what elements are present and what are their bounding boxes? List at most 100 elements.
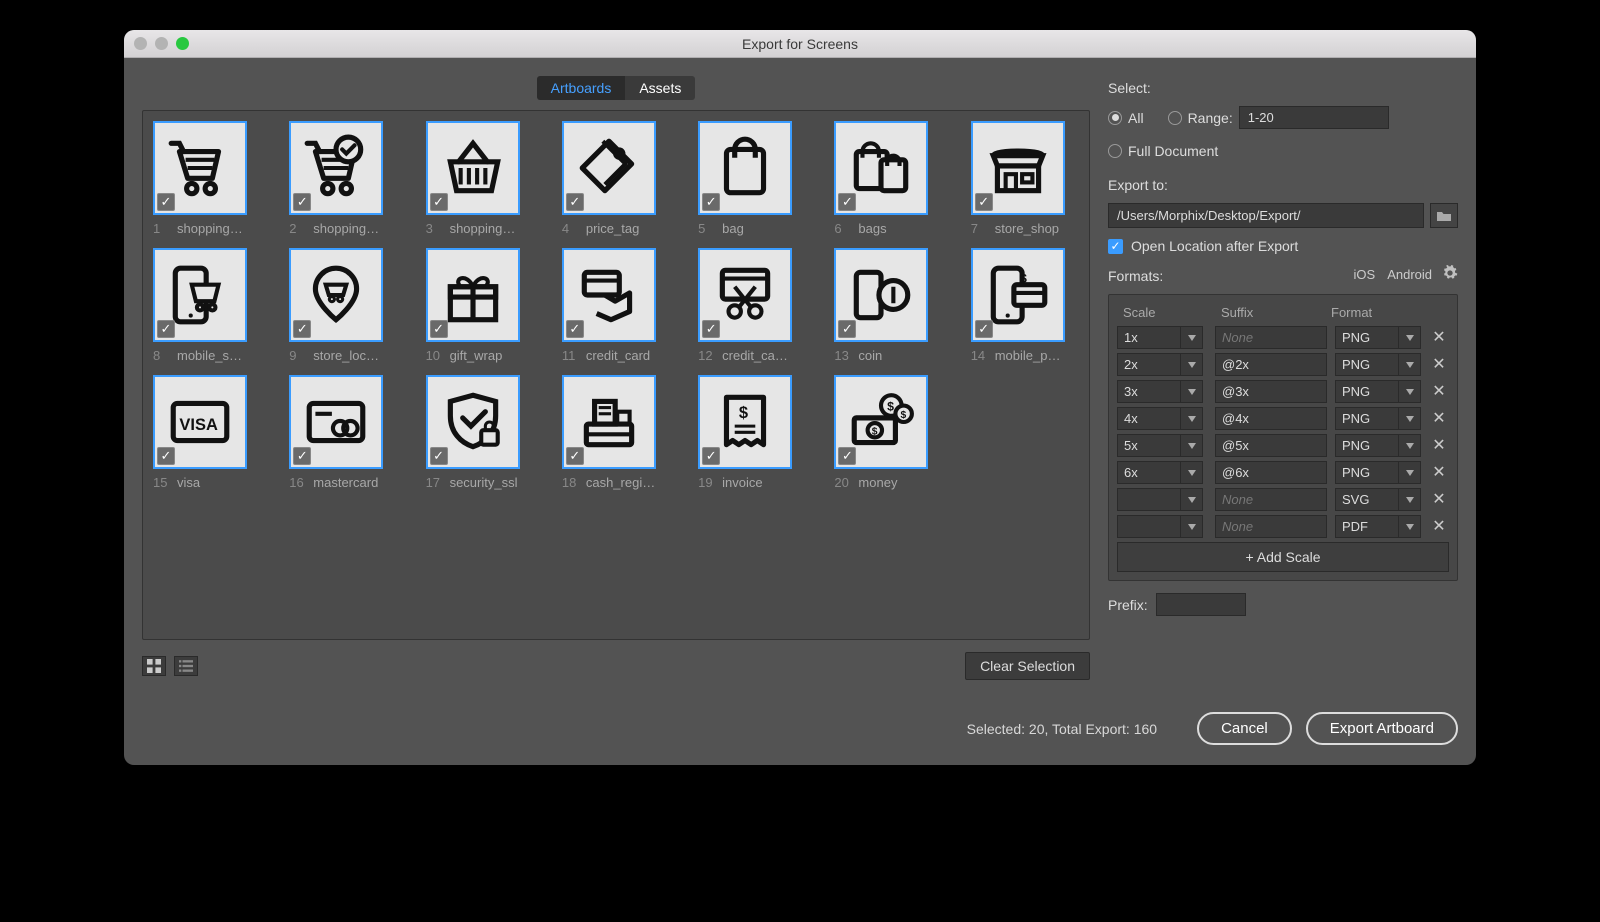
- artboard-checkbox[interactable]: ✓: [566, 447, 584, 465]
- suffix-input[interactable]: [1215, 380, 1327, 403]
- artboard-checkbox[interactable]: ✓: [702, 447, 720, 465]
- format-select[interactable]: PNG: [1335, 326, 1399, 349]
- scale-dropdown-button[interactable]: [1181, 380, 1203, 403]
- delete-format-button[interactable]: ✕: [1429, 384, 1449, 400]
- artboard-thumbnail[interactable]: ✓: [834, 375, 928, 469]
- delete-format-button[interactable]: ✕: [1429, 519, 1449, 535]
- clear-selection-button[interactable]: Clear Selection: [965, 652, 1090, 680]
- radio-range[interactable]: [1168, 111, 1182, 125]
- format-dropdown-button[interactable]: [1399, 434, 1421, 457]
- artboard-cell[interactable]: ✓5bag: [698, 121, 806, 236]
- suffix-input[interactable]: [1215, 434, 1327, 457]
- scale-dropdown-button[interactable]: [1181, 488, 1203, 511]
- artboard-thumbnail[interactable]: ✓: [971, 121, 1065, 215]
- suffix-input[interactable]: [1215, 461, 1327, 484]
- artboard-checkbox[interactable]: ✓: [430, 320, 448, 338]
- scale-input[interactable]: [1117, 353, 1181, 376]
- format-dropdown-button[interactable]: [1399, 515, 1421, 538]
- format-select[interactable]: PNG: [1335, 434, 1399, 457]
- artboard-thumbnail[interactable]: ✓: [426, 375, 520, 469]
- range-input[interactable]: [1239, 106, 1389, 129]
- delete-format-button[interactable]: ✕: [1429, 357, 1449, 373]
- artboard-cell[interactable]: ✓10gift_wrap: [426, 248, 534, 363]
- artboard-cell[interactable]: ✓16mastercard: [289, 375, 397, 490]
- artboard-thumbnail[interactable]: ✓: [289, 121, 383, 215]
- close-window-button[interactable]: [134, 37, 147, 50]
- artboard-thumbnail[interactable]: ✓: [289, 248, 383, 342]
- artboard-checkbox[interactable]: ✓: [293, 193, 311, 211]
- prefix-input[interactable]: [1156, 593, 1246, 616]
- artboard-checkbox[interactable]: ✓: [702, 320, 720, 338]
- format-dropdown-button[interactable]: [1399, 353, 1421, 376]
- format-dropdown-button[interactable]: [1399, 488, 1421, 511]
- artboard-thumbnail[interactable]: ✓: [153, 375, 247, 469]
- artboard-cell[interactable]: ✓11credit_card: [562, 248, 670, 363]
- minimize-window-button[interactable]: [155, 37, 168, 50]
- open-location-checkbox[interactable]: ✓: [1108, 239, 1123, 254]
- suffix-input[interactable]: [1215, 488, 1327, 511]
- delete-format-button[interactable]: ✕: [1429, 438, 1449, 454]
- artboard-checkbox[interactable]: ✓: [430, 193, 448, 211]
- artboard-checkbox[interactable]: ✓: [975, 193, 993, 211]
- artboard-cell[interactable]: ✓19invoice: [698, 375, 806, 490]
- artboard-thumbnail[interactable]: ✓: [289, 375, 383, 469]
- artboard-thumbnail[interactable]: ✓: [698, 248, 792, 342]
- artboard-checkbox[interactable]: ✓: [293, 320, 311, 338]
- scale-input[interactable]: [1117, 380, 1181, 403]
- artboard-cell[interactable]: ✓15visa: [153, 375, 261, 490]
- artboard-cell[interactable]: ✓2shopping_ca...: [289, 121, 397, 236]
- scale-input[interactable]: [1117, 488, 1181, 511]
- artboard-thumbnail[interactable]: ✓: [971, 248, 1065, 342]
- ios-preset-button[interactable]: iOS: [1354, 267, 1376, 282]
- artboard-thumbnail[interactable]: ✓: [153, 121, 247, 215]
- artboard-thumbnail[interactable]: ✓: [426, 121, 520, 215]
- artboard-checkbox[interactable]: ✓: [430, 447, 448, 465]
- artboard-cell[interactable]: ✓6bags: [834, 121, 942, 236]
- format-dropdown-button[interactable]: [1399, 380, 1421, 403]
- export-artboard-button[interactable]: Export Artboard: [1306, 712, 1458, 745]
- suffix-input[interactable]: [1215, 326, 1327, 349]
- artboard-thumbnail[interactable]: ✓: [698, 375, 792, 469]
- scale-dropdown-button[interactable]: [1181, 515, 1203, 538]
- artboard-checkbox[interactable]: ✓: [157, 320, 175, 338]
- suffix-input[interactable]: [1215, 353, 1327, 376]
- scale-input[interactable]: [1117, 461, 1181, 484]
- artboard-checkbox[interactable]: ✓: [157, 447, 175, 465]
- artboard-checkbox[interactable]: ✓: [566, 193, 584, 211]
- delete-format-button[interactable]: ✕: [1429, 492, 1449, 508]
- format-select[interactable]: PNG: [1335, 353, 1399, 376]
- format-select[interactable]: PNG: [1335, 461, 1399, 484]
- grid-view-button[interactable]: [142, 656, 166, 676]
- format-dropdown-button[interactable]: [1399, 461, 1421, 484]
- artboard-checkbox[interactable]: ✓: [838, 320, 856, 338]
- artboard-thumbnail[interactable]: ✓: [562, 121, 656, 215]
- delete-format-button[interactable]: ✕: [1429, 411, 1449, 427]
- artboard-cell[interactable]: ✓13coin: [834, 248, 942, 363]
- artboard-checkbox[interactable]: ✓: [566, 320, 584, 338]
- artboard-cell[interactable]: ✓12credit_card_...: [698, 248, 806, 363]
- delete-format-button[interactable]: ✕: [1429, 465, 1449, 481]
- artboard-thumbnail[interactable]: ✓: [562, 248, 656, 342]
- artboard-thumbnail[interactable]: ✓: [698, 121, 792, 215]
- artboard-checkbox[interactable]: ✓: [702, 193, 720, 211]
- artboard-cell[interactable]: ✓14mobile_pay...: [971, 248, 1079, 363]
- scale-input[interactable]: [1117, 326, 1181, 349]
- format-select[interactable]: PDF: [1335, 515, 1399, 538]
- artboard-cell[interactable]: ✓17security_ssl: [426, 375, 534, 490]
- export-path-input[interactable]: [1108, 203, 1424, 228]
- artboard-checkbox[interactable]: ✓: [838, 193, 856, 211]
- artboard-cell[interactable]: ✓7store_shop: [971, 121, 1079, 236]
- delete-format-button[interactable]: ✕: [1429, 330, 1449, 346]
- format-select[interactable]: SVG: [1335, 488, 1399, 511]
- scale-input[interactable]: [1117, 515, 1181, 538]
- artboard-cell[interactable]: ✓4price_tag: [562, 121, 670, 236]
- artboard-thumbnail[interactable]: ✓: [562, 375, 656, 469]
- artboard-thumbnail[interactable]: ✓: [153, 248, 247, 342]
- artboard-checkbox[interactable]: ✓: [157, 193, 175, 211]
- artboard-thumbnail[interactable]: ✓: [834, 121, 928, 215]
- scale-dropdown-button[interactable]: [1181, 461, 1203, 484]
- choose-folder-button[interactable]: [1430, 203, 1458, 228]
- scale-dropdown-button[interactable]: [1181, 353, 1203, 376]
- add-scale-button[interactable]: + Add Scale: [1117, 542, 1449, 572]
- artboard-thumbnail[interactable]: ✓: [834, 248, 928, 342]
